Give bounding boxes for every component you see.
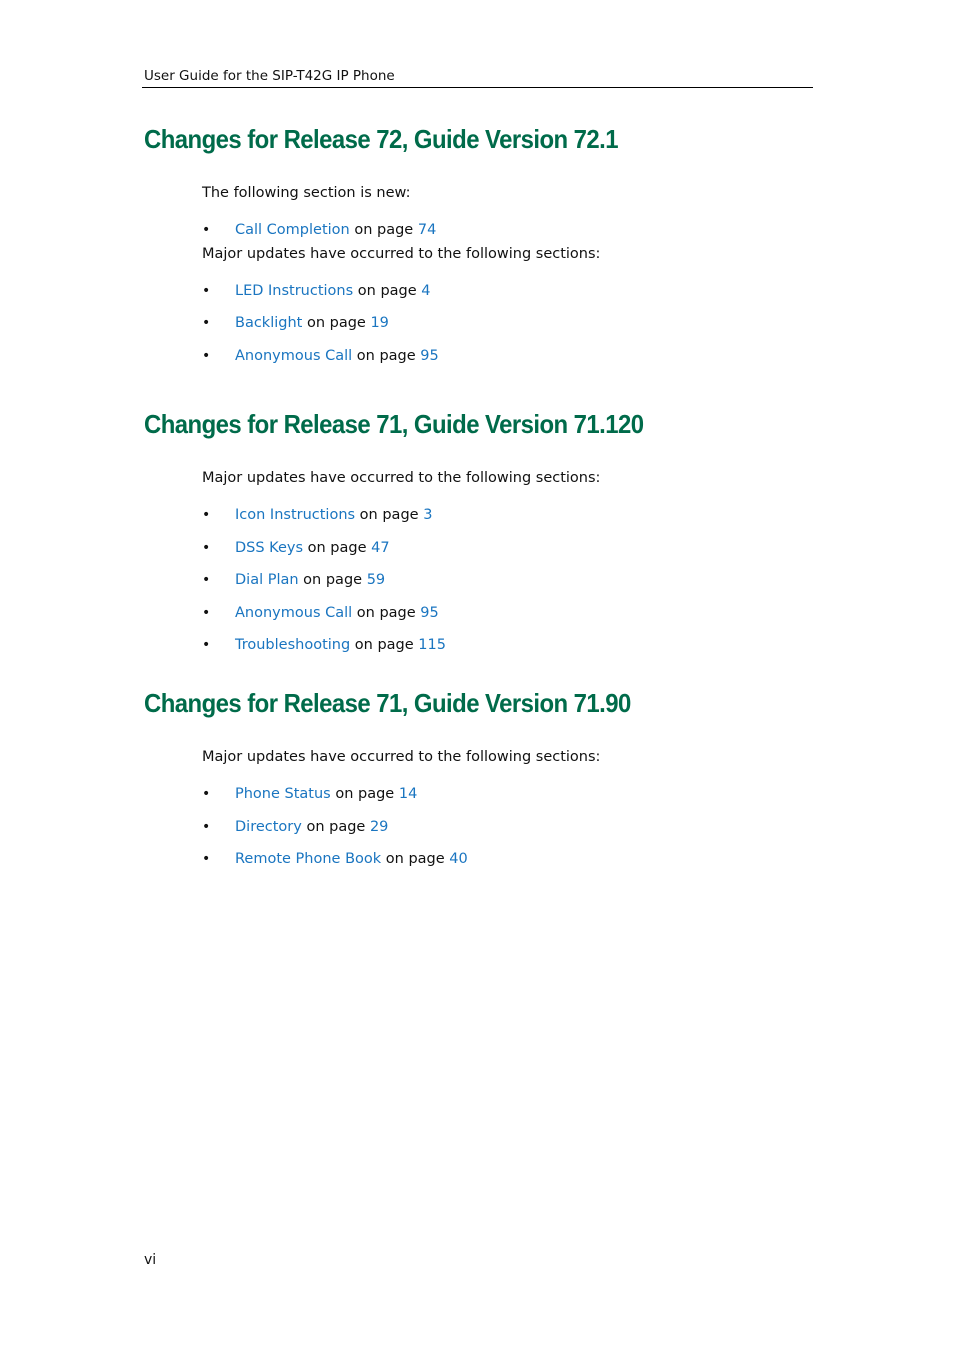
section-intro: Major updates have occurred to the follo… — [202, 245, 601, 262]
section-link[interactable]: Troubleshooting — [235, 637, 350, 653]
list-item: • Backlight on page 19 — [202, 313, 824, 346]
list-item: • Remote Phone Book on page 40 — [202, 849, 824, 882]
page-link[interactable]: 59 — [367, 572, 385, 588]
page-link[interactable]: 74 — [418, 222, 436, 238]
on-page-text: on page — [298, 572, 367, 588]
on-page-text: on page — [381, 851, 450, 867]
section-release-71-90: Changes for Release 71, Guide Version 71… — [144, 688, 824, 882]
section-link[interactable]: Anonymous Call — [235, 348, 352, 364]
bullet-icon: • — [202, 539, 211, 556]
page-link[interactable]: 95 — [420, 605, 438, 621]
page-number: vi — [144, 1252, 157, 1268]
list-item: • Anonymous Call on page 95 — [202, 346, 824, 379]
section-intro: Major updates have occurred to the follo… — [202, 470, 601, 486]
page-link[interactable]: 47 — [371, 540, 389, 556]
on-page-text: on page — [352, 347, 421, 364]
on-page-text: on page — [355, 507, 424, 523]
section-heading: Changes for Release 71, Guide Version 71… — [144, 688, 631, 718]
section-link[interactable]: DSS Keys — [235, 540, 303, 556]
bullet-icon: • — [202, 315, 211, 331]
section-link[interactable]: Remote Phone Book — [235, 851, 381, 867]
on-page-text: on page — [302, 315, 371, 331]
section-intro: Major updates have occurred to the follo… — [202, 749, 601, 765]
on-page-text: on page — [350, 637, 419, 653]
section-intro: The following section is new: — [202, 185, 411, 201]
page-link[interactable]: 115 — [418, 637, 446, 653]
section-link[interactable]: Dial Plan — [235, 572, 299, 588]
section-link[interactable]: Icon Instructions — [235, 507, 355, 523]
page-link[interactable]: 29 — [370, 819, 388, 835]
bullet-icon: • — [202, 347, 211, 364]
bullet-icon: • — [202, 222, 211, 238]
page-link[interactable]: 95 — [420, 348, 438, 364]
change-list: • Icon Instructions on page 3 • DSS Keys… — [202, 505, 824, 668]
list-item: • Icon Instructions on page 3 — [202, 505, 824, 538]
bullet-icon: • — [202, 507, 211, 523]
section-release-71-120: Changes for Release 71, Guide Version 71… — [144, 409, 824, 668]
change-list: • LED Instructions on page 4 • Backlight… — [202, 281, 824, 379]
page-link[interactable]: 4 — [421, 283, 430, 299]
page-link[interactable]: 40 — [449, 851, 467, 867]
section-heading: Changes for Release 71, Guide Version 71… — [144, 409, 644, 439]
bullet-icon: • — [202, 818, 211, 835]
section-link[interactable]: Backlight — [235, 315, 302, 331]
bullet-icon: • — [202, 786, 211, 802]
on-page-text: on page — [303, 539, 372, 556]
section-link[interactable]: LED Instructions — [235, 283, 353, 299]
section-link[interactable]: Anonymous Call — [235, 605, 352, 621]
list-item: • Troubleshooting on page 115 — [202, 635, 824, 668]
on-page-text: on page — [353, 282, 422, 299]
section-link[interactable]: Directory — [235, 819, 302, 835]
section-release-72: Changes for Release 72, Guide Version 72… — [144, 124, 824, 378]
change-list: • Phone Status on page 14 • Directory on… — [202, 784, 824, 882]
page-link[interactable]: 14 — [399, 786, 417, 802]
list-item: • Phone Status on page 14 — [202, 784, 824, 817]
page-link[interactable]: 3 — [423, 507, 432, 523]
on-page-text: on page — [330, 786, 399, 802]
on-page-text: on page — [352, 604, 421, 621]
section-heading: Changes for Release 72, Guide Version 72… — [144, 124, 619, 154]
on-page-text: on page — [349, 222, 418, 238]
on-page-text: on page — [301, 818, 370, 835]
list-item: • LED Instructions on page 4 — [202, 281, 824, 314]
header-rule — [142, 87, 813, 88]
running-header: User Guide for the SIP-T42G IP Phone — [144, 68, 395, 84]
list-item: • DSS Keys on page 47 — [202, 538, 824, 571]
section-link[interactable]: Call Completion — [235, 222, 350, 238]
bullet-icon: • — [202, 282, 211, 299]
list-item: • Anonymous Call on page 95 — [202, 603, 824, 636]
bullet-icon: • — [202, 604, 211, 621]
bullet-icon: • — [202, 851, 211, 867]
list-item: • Dial Plan on page 59 — [202, 570, 824, 603]
bullet-icon: • — [202, 637, 211, 653]
page-link[interactable]: 19 — [370, 315, 388, 331]
bullet-icon: • — [202, 572, 211, 588]
section-link[interactable]: Phone Status — [235, 786, 331, 802]
list-item: • Directory on page 29 — [202, 817, 824, 850]
